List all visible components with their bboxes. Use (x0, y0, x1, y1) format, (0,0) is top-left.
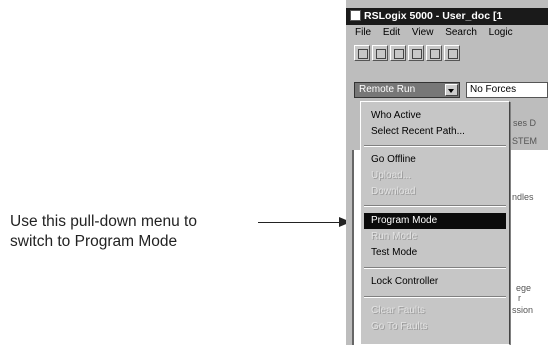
menu-separator (364, 267, 506, 269)
new-file-icon[interactable] (354, 45, 370, 61)
menu-separator (364, 145, 506, 147)
menu-item-select-recent-path[interactable]: Select Recent Path... (364, 124, 506, 140)
menu-item-upload: Upload... (371, 170, 412, 181)
menu-item-go-offline[interactable]: Go Offline (364, 152, 506, 168)
chevron-down-icon[interactable] (445, 84, 458, 96)
cut-icon[interactable] (426, 45, 442, 61)
menu-search[interactable]: Search (445, 27, 477, 38)
copy-icon[interactable] (444, 45, 460, 61)
toolbar (346, 43, 548, 65)
menu-item-test-mode[interactable]: Test Mode (364, 245, 506, 261)
menu-file[interactable]: File (355, 27, 371, 38)
save-icon[interactable] (390, 45, 406, 61)
forces-status-field: No Forces (466, 82, 548, 98)
title-bar: RSLogix 5000 - User_doc [1 (346, 8, 548, 25)
background-text: ndles (512, 192, 534, 202)
menu-edit[interactable]: Edit (383, 27, 400, 38)
callout-text: Use this pull-down menu to switch to Pro… (10, 212, 250, 252)
menu-view[interactable]: View (412, 27, 434, 38)
menu-item-run-mode: Run Mode (371, 231, 418, 242)
print-icon[interactable] (408, 45, 424, 61)
controller-mode-menu: Who Active Select Recent Path... Go Offl… (360, 101, 510, 345)
rslogix-app-icon (350, 10, 361, 21)
window-title: RSLogix 5000 - User_doc [1 (364, 10, 503, 22)
callout-leader-line (258, 222, 340, 223)
menu-item-program-mode[interactable]: Program Mode (364, 213, 506, 229)
controller-mode-value: Remote Run (359, 84, 416, 95)
menu-logic[interactable]: Logic (489, 27, 513, 38)
background-text: STEM (512, 136, 538, 146)
background-text: ses D (513, 118, 537, 128)
rslogix-window: RSLogix 5000 - User_doc [1 File Edit Vie… (346, 0, 548, 345)
background-text: ssion (512, 305, 534, 315)
background-text: r (518, 293, 521, 303)
controller-mode-dropdown[interactable]: Remote Run (354, 82, 460, 98)
menu-separator (364, 296, 506, 298)
menu-item-clear-faults: Clear Faults (371, 305, 425, 316)
menu-item-go-to-faults: Go To Faults (371, 321, 428, 332)
menu-item-who-active[interactable]: Who Active (364, 108, 506, 124)
menu-separator (364, 205, 506, 207)
callout-line-1: Use this pull-down menu to (10, 213, 197, 230)
menu-bar: File Edit View Search Logic (346, 25, 548, 41)
menu-item-download: Download (371, 186, 416, 197)
menu-item-lock-controller[interactable]: Lock Controller (364, 274, 506, 290)
callout-line-2: switch to Program Mode (10, 233, 178, 250)
background-text: ege (516, 283, 532, 293)
open-file-icon[interactable] (372, 45, 388, 61)
